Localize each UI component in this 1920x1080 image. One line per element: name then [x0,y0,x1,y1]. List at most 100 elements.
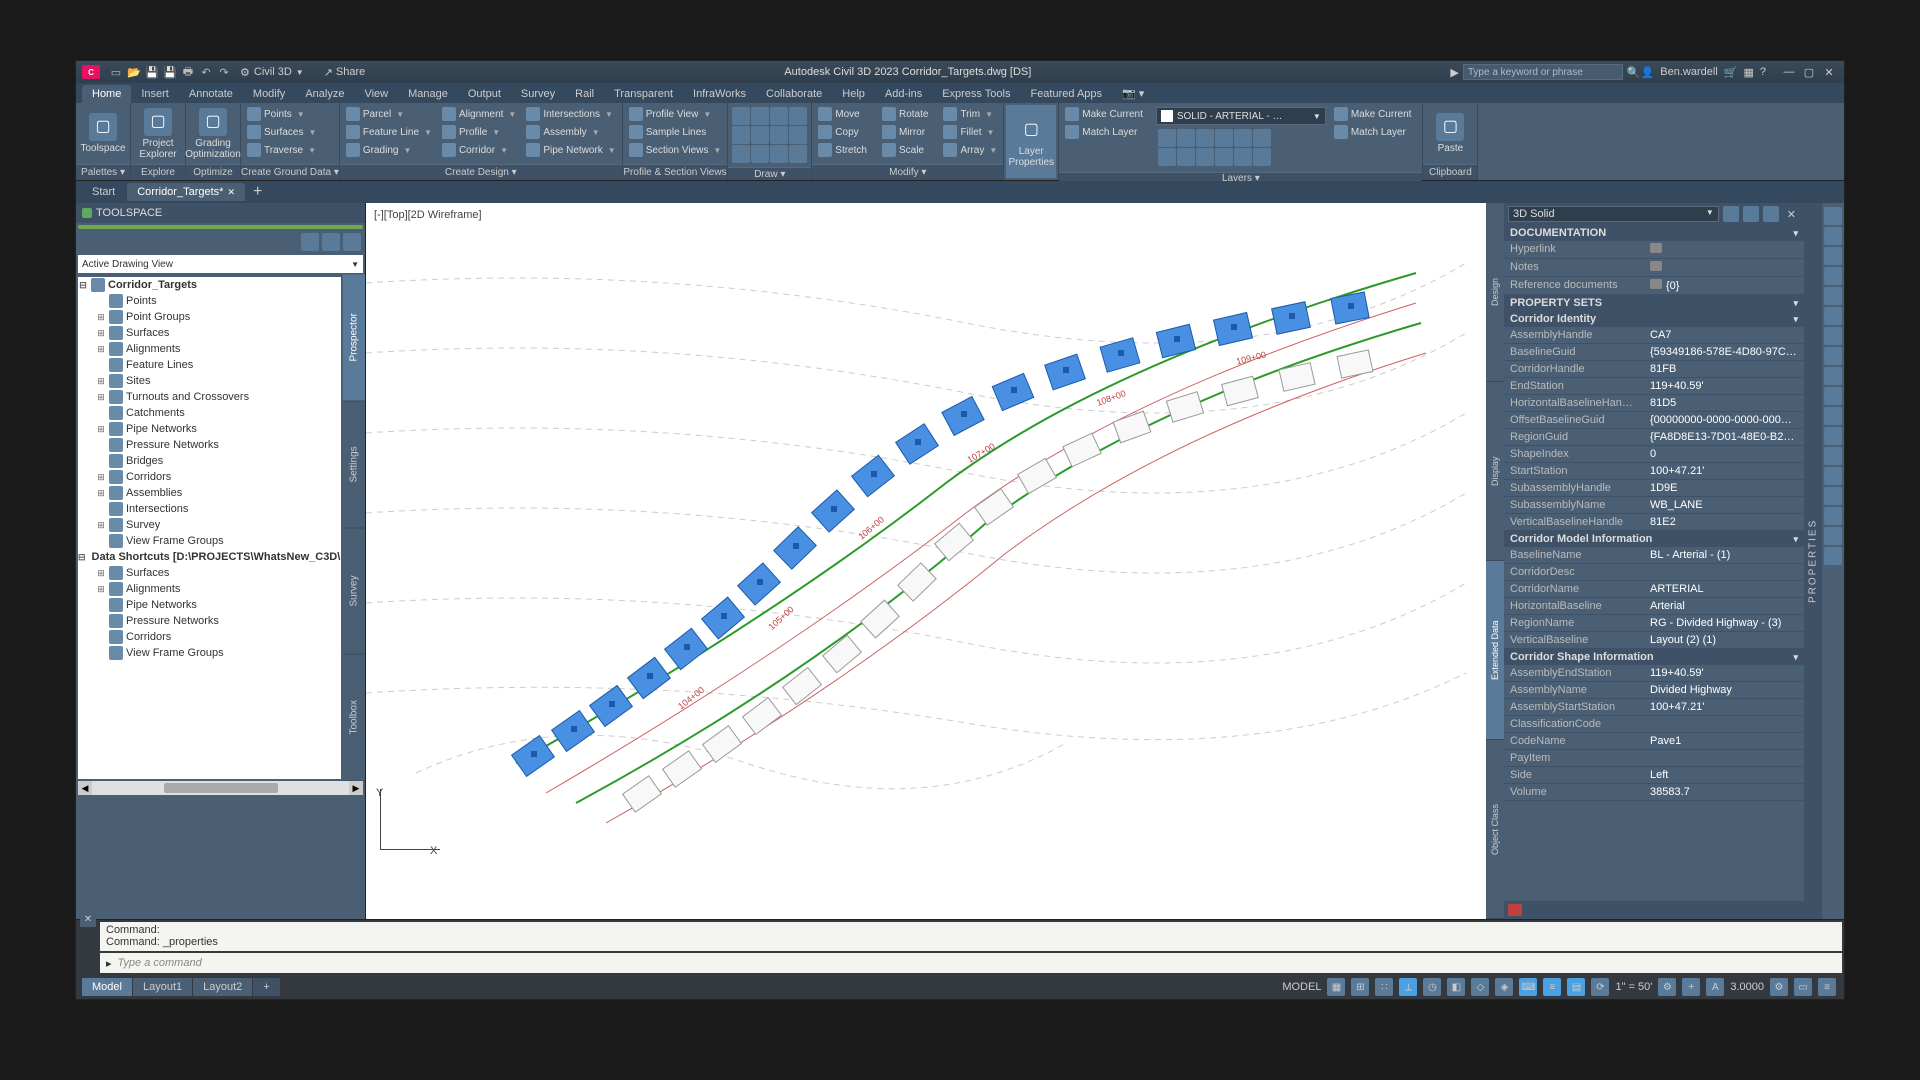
tree-expand-icon[interactable]: ⊞ [96,312,106,323]
prop-row[interactable]: Reference documents{0} [1504,277,1804,295]
app-switch-icon[interactable]: ▦ [1743,66,1753,79]
tree-item[interactable]: ⊞Pipe Networks [78,421,341,437]
ribbon-tab-survey[interactable]: Survey [511,85,565,103]
prop-row[interactable]: VerticalBaselineHandle81E2 [1504,514,1804,531]
ribbon-tab-annotate[interactable]: Annotate [179,85,243,103]
ribbon-button[interactable]: Profile▼ [438,123,520,141]
toolspace-tree[interactable]: ⊟Corridor_TargetsPoints⊞Point Groups⊞Sur… [78,277,341,779]
status-iso-icon[interactable]: ◧ [1447,978,1465,996]
properties-body[interactable]: DOCUMENTATION▾HyperlinkNotesReference do… [1504,225,1804,901]
layer-tool-icon[interactable] [1234,129,1252,147]
ribbon-tab-manage[interactable]: Manage [398,85,458,103]
tree-item[interactable]: ⊞Alignments [78,581,341,597]
tree-item[interactable]: ⊞Surfaces [78,325,341,341]
prop-value[interactable]: RG - Divided Highway - (3) [1644,615,1804,631]
tree-expand-icon[interactable]: ⊞ [96,376,106,387]
prop-row[interactable]: CorridorNameARTERIAL [1504,581,1804,598]
nav-icon[interactable] [1824,487,1842,505]
layer-tool-icon[interactable] [1158,148,1176,166]
user-icon[interactable]: 👤 [1641,66,1655,79]
scroll-thumb[interactable] [164,783,278,793]
status-model-label[interactable]: MODEL [1282,981,1321,993]
ribbon-button[interactable]: Parcel▼ [342,105,436,123]
status-cycle-icon[interactable]: ⟳ [1591,978,1609,996]
ts-btn-2[interactable] [322,233,340,251]
tab-new-button[interactable]: + [247,183,268,201]
workspace-label[interactable]: Civil 3D [254,66,292,78]
ribbon-tab-express-tools[interactable]: Express Tools [932,85,1020,103]
status-monitor-icon[interactable]: ▭ [1794,978,1812,996]
tree-expand-icon[interactable]: ⊞ [96,472,106,483]
prop-value[interactable]: {00000000-0000-0000-0000… [1644,412,1804,428]
status-workspace-icon[interactable]: ⚙ [1770,978,1788,996]
tree-item[interactable]: ⊞Survey [78,517,341,533]
tree-item[interactable]: Bridges [78,453,341,469]
nav-icon[interactable] [1824,447,1842,465]
nav-icon[interactable] [1824,507,1842,525]
prop-value[interactable] [1644,564,1804,580]
ribbon-button[interactable]: Copy [814,123,876,141]
ribbon-button[interactable]: ▢GradingOptimization [188,105,238,162]
nav-icon[interactable] [1824,247,1842,265]
layer-tool-icon[interactable] [1177,129,1195,147]
tab-add-layout[interactable]: + [253,978,279,996]
tab-current[interactable]: Corridor_Targets*✕ [127,183,245,201]
cart-icon[interactable]: 🛒 [1724,66,1738,79]
ribbon-button[interactable]: Surfaces▼ [243,123,320,141]
toolspace-vtab-survey[interactable]: Survey [343,528,365,655]
ribbon-tab-view[interactable]: View [354,85,398,103]
nav-icon[interactable] [1824,527,1842,545]
status-transp-icon[interactable]: ▤ [1567,978,1585,996]
tree-item[interactable]: ⊞Corridors [78,469,341,485]
ribbon-button[interactable]: Trim▼ [939,105,1001,123]
ribbon-tab-insert[interactable]: Insert [131,85,179,103]
prop-row[interactable]: OffsetBaselineGuid{00000000-0000-0000-00… [1504,412,1804,429]
layer-tool-icon[interactable] [1234,148,1252,166]
draw-tool-icon[interactable] [770,107,788,125]
status-anno-scale[interactable]: 3.0000 [1730,981,1764,993]
search-input[interactable]: Type a keyword or phrase [1463,64,1623,80]
share-icon[interactable]: ↗ [324,66,333,79]
prop-value[interactable]: ARTERIAL [1644,581,1804,597]
ribbon-tab-output[interactable]: Output [458,85,511,103]
qat-redo-icon[interactable]: ↷ [216,64,232,80]
prop-row[interactable]: BaselineNameBL - Arterial - (1) [1504,547,1804,564]
ribbon-panel-title[interactable]: Create Design ▾ [340,164,622,180]
tree-item[interactable]: Intersections [78,501,341,517]
help-icon[interactable]: ? [1760,66,1766,78]
toolspace-view-combo[interactable]: Active Drawing View ▼ [78,255,363,273]
nav-icon[interactable] [1824,267,1842,285]
tree-item[interactable]: ⊞Assemblies [78,485,341,501]
nav-icon[interactable] [1824,307,1842,325]
prop-value[interactable]: {0} [1644,277,1804,294]
status-gear-icon[interactable]: ⚙ [1658,978,1676,996]
tree-item[interactable]: View Frame Groups [78,533,341,549]
tree-item[interactable]: ⊞Surfaces [78,565,341,581]
scroll-left-icon[interactable]: ◀ [78,781,92,795]
draw-tool-icon[interactable] [732,126,750,144]
prop-value[interactable]: Divided Highway [1644,682,1804,698]
draw-tool-icon[interactable] [789,126,807,144]
ribbon-tab-help[interactable]: Help [832,85,875,103]
prop-value[interactable]: Layout (2) (1) [1644,632,1804,648]
draw-tool-icon[interactable] [789,145,807,163]
layer-tool-icon[interactable] [1253,148,1271,166]
toolspace-vtab-toolbox[interactable]: Toolbox [343,655,365,782]
ribbon-button[interactable]: Pipe Network▼ [522,141,619,159]
layer-tool-icon[interactable] [1253,129,1271,147]
nav-icon[interactable] [1824,327,1842,345]
toolspace-vtab-prospector[interactable]: Prospector [343,275,365,402]
status-grid-icon[interactable]: ▦ [1327,978,1345,996]
prop-value[interactable]: BL - Arterial - (1) [1644,547,1804,563]
prop-row[interactable]: Hyperlink [1504,241,1804,259]
ribbon-button[interactable]: Intersections▼ [522,105,619,123]
ribbon-button[interactable]: Array▼ [939,141,1001,159]
ribbon-button[interactable]: Grading▼ [342,141,436,159]
nav-icon[interactable] [1824,207,1842,225]
toolspace-grip[interactable] [78,225,363,229]
ribbon-panel-title[interactable]: Create Ground Data ▾ [241,164,339,180]
prop-row[interactable]: ShapeIndex0 [1504,446,1804,463]
ribbon-tab-analyze[interactable]: Analyze [295,85,354,103]
prop-vtab-extended-data[interactable]: Extended Data [1486,561,1504,740]
draw-tool-icon[interactable] [751,145,769,163]
